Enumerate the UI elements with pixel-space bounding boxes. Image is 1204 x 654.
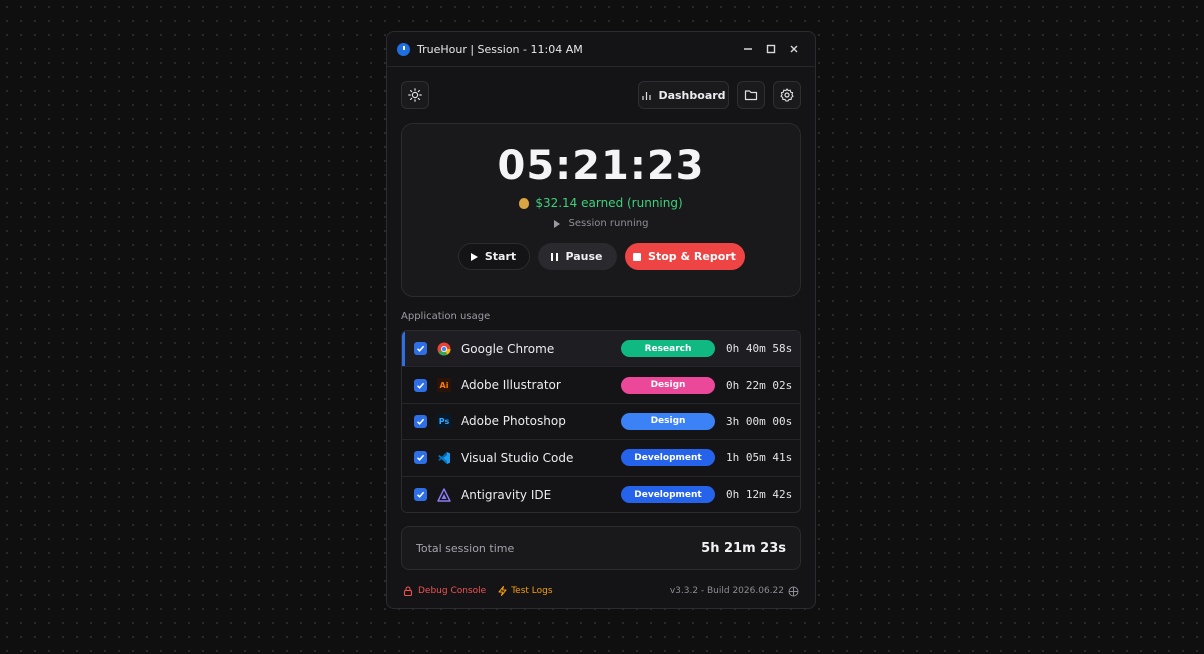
maximize-icon — [766, 44, 776, 54]
version-info: v3.3.2 - Build 2026.06.22 — [670, 586, 799, 597]
timer-controls: Start Pause Stop & Report — [402, 243, 800, 270]
list-item[interactable]: Visual Studio Code Development 1h 05m 41… — [402, 440, 800, 477]
lightning-icon — [498, 586, 507, 596]
test-logs-link[interactable]: Test Logs — [498, 586, 553, 596]
close-button[interactable] — [783, 38, 805, 60]
app-name: Visual Studio Code — [461, 450, 574, 465]
maximize-button[interactable] — [760, 38, 782, 60]
start-button[interactable]: Start — [457, 243, 530, 270]
dashboard-label: Dashboard — [658, 88, 726, 102]
theme-toggle-button[interactable] — [401, 81, 429, 109]
earnings-readout: $32.14 earned (running) — [402, 196, 800, 210]
category-badge[interactable]: Development — [621, 449, 715, 467]
earnings-text: $32.14 earned (running) — [535, 196, 683, 210]
application-usage-label: Application usage — [401, 311, 491, 322]
check-icon — [416, 455, 425, 462]
app-checkbox[interactable] — [414, 342, 427, 356]
session-status-text: Session running — [568, 218, 649, 229]
category-badge[interactable]: Design — [621, 412, 715, 430]
app-checkbox[interactable] — [414, 378, 427, 392]
app-name: Antigravity IDE — [461, 487, 552, 502]
category-badge[interactable]: Research — [621, 340, 715, 358]
stop-icon — [633, 252, 642, 261]
total-session-card: Total session time 5h 21m 23s — [401, 526, 801, 570]
close-icon — [790, 45, 798, 53]
app-name: Adobe Illustrator — [461, 378, 561, 393]
start-label: Start — [484, 250, 517, 263]
list-item[interactable]: Antigravity IDE Development 0h 12m 42s — [402, 477, 800, 512]
minimize-icon — [744, 48, 752, 50]
check-icon — [416, 382, 425, 389]
pause-button[interactable]: Pause — [537, 243, 617, 270]
pause-icon — [551, 252, 559, 261]
total-session-value: 5h 21m 23s — [701, 540, 786, 556]
folder-icon — [744, 90, 758, 101]
globe-icon[interactable] — [788, 586, 799, 597]
settings-button[interactable] — [773, 81, 801, 109]
check-icon — [416, 418, 425, 425]
app-duration: 1h 05m 41s — [726, 451, 793, 465]
debug-console-link[interactable]: Debug Console — [403, 586, 486, 596]
footer: Debug Console Test Logs v3.3.2 - Build 2… — [403, 583, 799, 599]
truehour-logo-icon — [397, 42, 410, 56]
gear-icon — [780, 88, 794, 102]
version-text: v3.3.2 - Build 2026.06.22 — [669, 586, 784, 596]
elapsed-clock: 05:21:23 — [497, 143, 705, 189]
app-name: Adobe Photoshop — [461, 414, 566, 429]
title-bar[interactable]: TrueHour | Session - 11:04 AM — [387, 32, 815, 67]
test-logs-label: Test Logs — [511, 586, 553, 596]
app-checkbox[interactable] — [414, 414, 427, 428]
app-duration: 0h 12m 42s — [726, 488, 793, 502]
lock-icon — [403, 586, 413, 596]
category-badge[interactable]: Development — [621, 486, 715, 504]
app-checkbox[interactable] — [414, 451, 427, 465]
money-bag-icon — [519, 197, 530, 209]
sun-icon — [408, 88, 422, 102]
window-title: TrueHour | Session - 11:04 AM — [417, 42, 583, 56]
app-duration: 0h 40m 58s — [726, 342, 793, 356]
list-item[interactable]: Google Chrome Research 0h 40m 58s — [402, 331, 800, 368]
app-name: Google Chrome — [461, 341, 555, 356]
toolbar: Dashboard — [401, 81, 801, 111]
total-session-label: Total session time — [416, 541, 515, 555]
minimize-button[interactable] — [737, 38, 759, 60]
list-item[interactable]: Ai Adobe Illustrator Design 0h 22m 02s — [402, 367, 800, 404]
chrome-icon — [437, 342, 451, 356]
illustrator-icon: Ai — [437, 378, 451, 393]
app-window: TrueHour | Session - 11:04 AM Dashboard … — [386, 31, 816, 609]
check-icon — [416, 345, 425, 353]
session-status: Session running — [402, 218, 800, 229]
app-duration: 3h 00m 00s — [726, 414, 793, 428]
antigravity-icon — [437, 488, 451, 502]
pause-label: Pause — [565, 250, 603, 263]
stop-report-button[interactable]: Stop & Report — [624, 243, 745, 270]
vscode-icon — [437, 451, 451, 465]
stop-label: Stop & Report — [648, 250, 736, 263]
debug-console-label: Debug Console — [418, 586, 487, 596]
play-status-icon — [553, 219, 560, 228]
list-item[interactable]: Ps Adobe Photoshop Design 3h 00m 00s — [402, 404, 800, 441]
photoshop-icon: Ps — [437, 414, 451, 429]
play-icon — [470, 252, 478, 261]
application-usage-list: Google Chrome Research 0h 40m 58s Ai Ado… — [401, 330, 801, 513]
check-icon — [416, 491, 425, 499]
timer-card: 05:21:23 $32.14 earned (running) Session… — [401, 123, 801, 297]
app-duration: 0h 22m 02s — [726, 378, 793, 392]
category-badge[interactable]: Design — [621, 376, 715, 394]
app-checkbox[interactable] — [414, 488, 427, 502]
dashboard-button[interactable]: Dashboard — [638, 81, 729, 109]
bar-chart-icon — [642, 91, 652, 100]
folder-button[interactable] — [737, 81, 765, 109]
